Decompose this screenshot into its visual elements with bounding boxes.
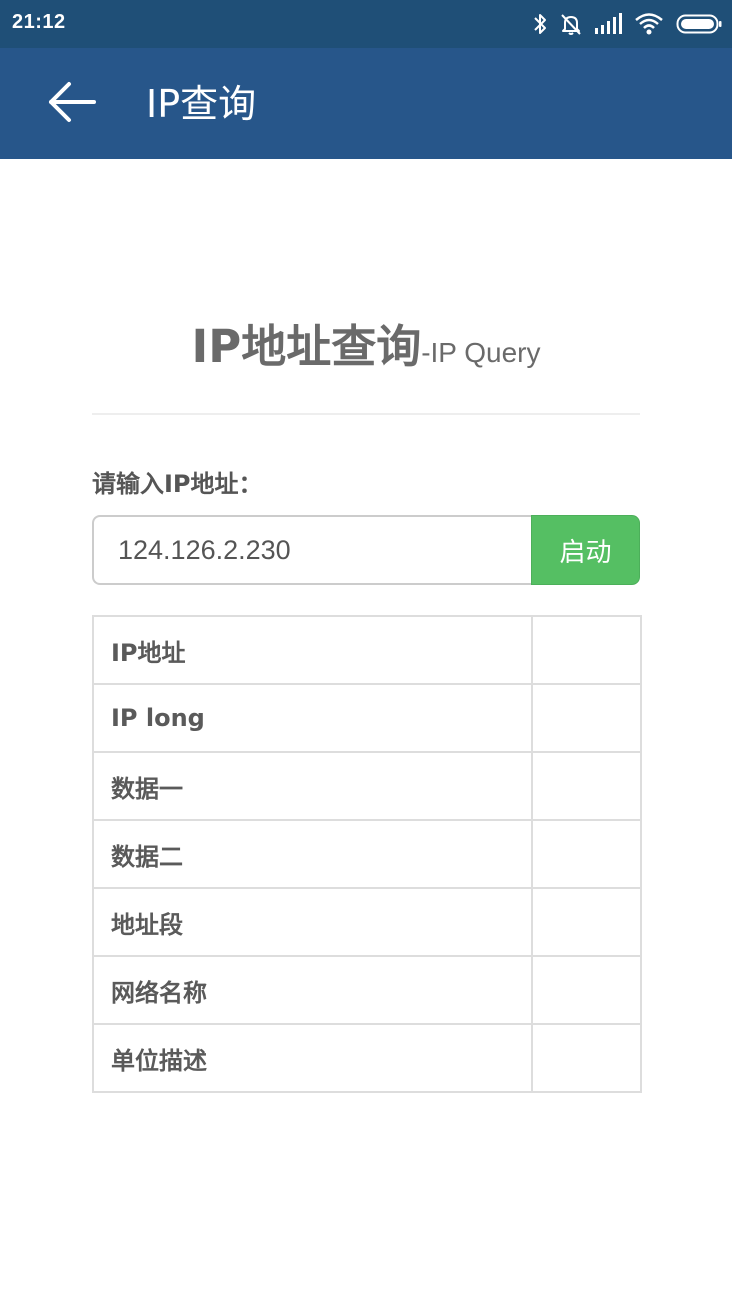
start-button[interactable]: 启动: [531, 515, 640, 585]
back-button[interactable]: [36, 72, 108, 136]
table-row: 单位描述: [92, 1023, 642, 1093]
row-label-org-description: 单位描述: [92, 1023, 533, 1093]
row-value-ip-address: [531, 615, 642, 685]
status-time: 21:12: [12, 11, 66, 33]
divider: [92, 413, 640, 415]
page-title: IP查询: [146, 82, 257, 126]
heading-main: IP地址查询: [191, 320, 422, 373]
bell-off-icon: [560, 12, 582, 36]
row-value-data-two: [531, 819, 642, 889]
arrow-left-icon: [47, 80, 97, 128]
table-row: IP long: [92, 683, 642, 753]
table-row: IP地址: [92, 615, 642, 685]
row-value-org-description: [531, 1023, 642, 1093]
row-value-address-range: [531, 887, 642, 957]
row-label-network-name: 网络名称: [92, 955, 533, 1025]
result-table: IP地址 IP long 数据一 数据二 地址段 网络名称 单位描述: [92, 615, 642, 1093]
ip-input[interactable]: [92, 515, 531, 585]
battery-icon: [676, 13, 722, 35]
table-row: 数据二: [92, 819, 642, 889]
status-icons: [532, 10, 722, 38]
table-row: 地址段: [92, 887, 642, 957]
row-value-ip-long: [531, 683, 642, 753]
row-label-ip-long: IP long: [92, 683, 533, 753]
status-bar: 21:12: [0, 0, 732, 48]
row-label-data-two: 数据二: [92, 819, 533, 889]
ip-input-label: 请输入IP地址：: [92, 470, 263, 498]
bluetooth-icon: [532, 12, 548, 36]
table-row: 网络名称: [92, 955, 642, 1025]
ip-input-group: 启动: [92, 515, 640, 585]
row-value-network-name: [531, 955, 642, 1025]
wifi-icon: [634, 12, 664, 36]
row-label-data-one: 数据一: [92, 751, 533, 821]
table-row: 数据一: [92, 751, 642, 821]
signal-icon: [594, 13, 622, 35]
app-bar: IP查询: [0, 48, 732, 159]
row-label-address-range: 地址段: [92, 887, 533, 957]
row-value-data-one: [531, 751, 642, 821]
main-heading: IP地址查询-IP Query: [0, 318, 732, 376]
row-label-ip-address: IP地址: [92, 615, 533, 685]
heading-subtitle: -IP Query: [421, 337, 541, 368]
